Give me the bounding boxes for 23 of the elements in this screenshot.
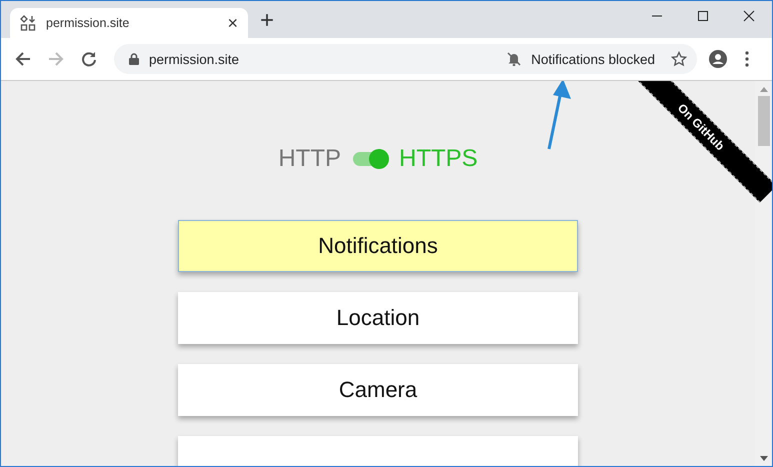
- bell-slash-icon[interactable]: [507, 52, 522, 66]
- scroll-down-icon[interactable]: [760, 456, 768, 461]
- permission-button[interactable]: Location: [178, 292, 578, 344]
- notifications-blocked-text[interactable]: Notifications blocked: [531, 52, 655, 66]
- site-favicon-icon: [20, 15, 36, 31]
- permission-button[interactable]: Notifications: [178, 220, 578, 272]
- account-icon[interactable]: [709, 50, 727, 68]
- permission-button[interactable]: Camera: [178, 364, 578, 416]
- new-tab-button[interactable]: +: [260, 8, 274, 34]
- http-label: HTTP: [278, 145, 341, 173]
- tab-title: permission.site: [46, 16, 130, 30]
- more-menu-icon[interactable]: [745, 51, 749, 67]
- url-text: permission.site: [149, 52, 240, 66]
- https-label: HTTPS: [399, 145, 478, 173]
- browser-tab[interactable]: permission.site ×: [10, 8, 248, 38]
- close-tab-button[interactable]: ×: [227, 12, 238, 34]
- reload-icon[interactable]: [81, 51, 97, 67]
- back-arrow-icon[interactable]: [15, 51, 31, 67]
- star-icon[interactable]: [671, 51, 687, 67]
- protocol-toggle[interactable]: [353, 152, 387, 166]
- scrollbar-thumb[interactable]: [758, 96, 770, 146]
- lock-icon: [129, 53, 139, 65]
- address-bar[interactable]: permission.site Notifications blocked: [114, 44, 697, 74]
